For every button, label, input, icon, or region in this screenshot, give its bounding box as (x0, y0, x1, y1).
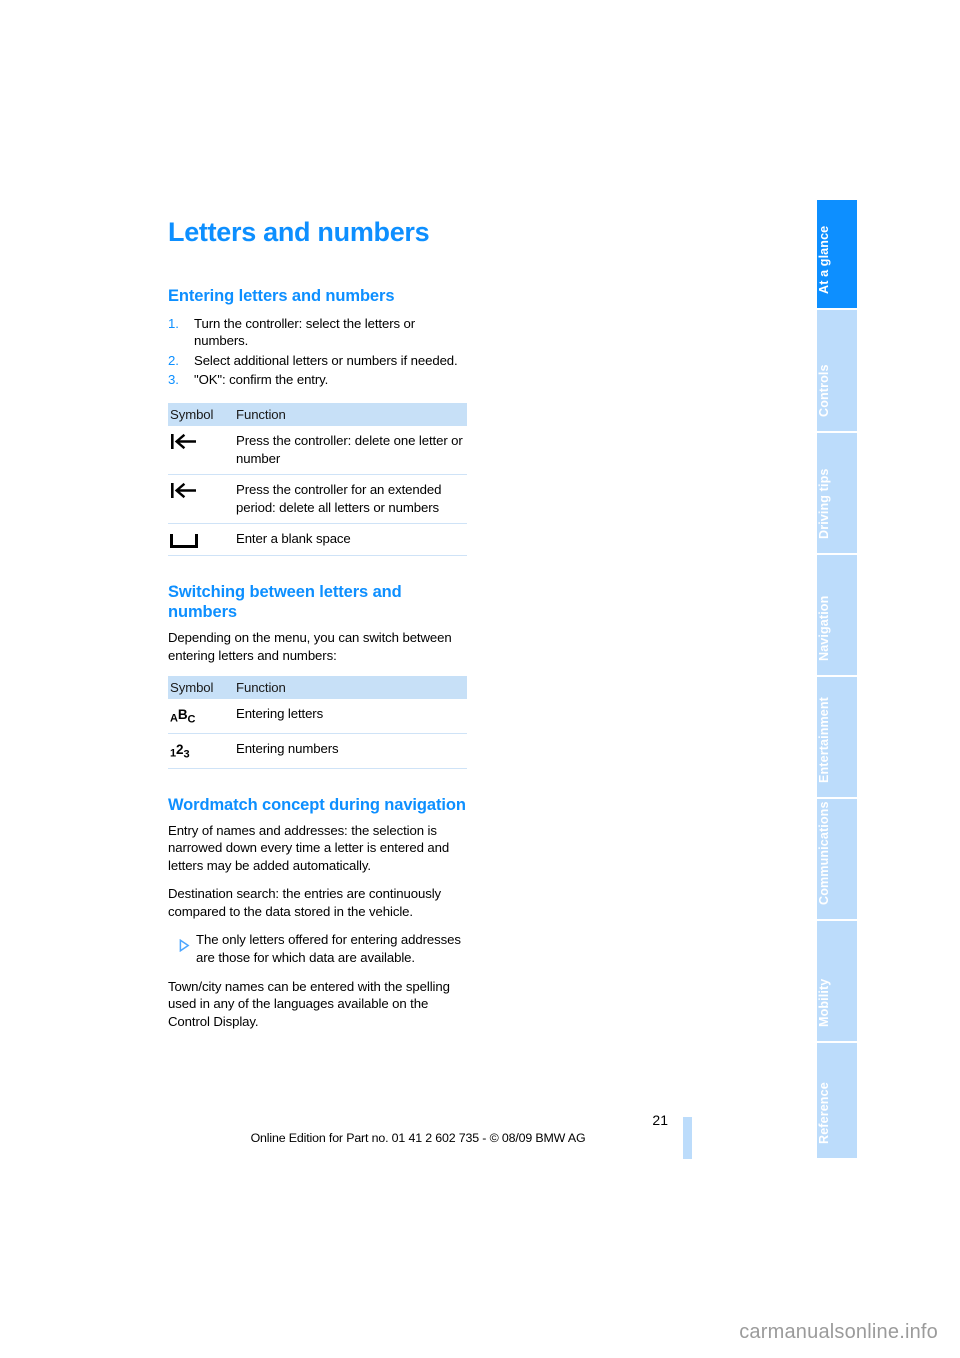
list-item: 1. Turn the controller: select the lette… (168, 315, 468, 350)
wordmatch-paragraph-3: Town/city names can be entered with the … (168, 978, 450, 1029)
section-heading-entering: Entering letters and numbers (168, 286, 395, 305)
step-number: 2. (168, 352, 179, 368)
list-item: 2. Select additional letters or numbers … (168, 352, 468, 370)
column-header-function: Function (230, 403, 467, 426)
step-text: Turn the controller: select the letters … (194, 315, 416, 349)
site-watermark: carmanualsonline.info (739, 1321, 938, 1343)
tab-entertainment[interactable]: Entertainment (817, 677, 857, 799)
page-title: Letters and numbers (168, 217, 430, 247)
tab-label: Entertainment (817, 697, 831, 783)
tab-label: At a glance (817, 225, 831, 294)
section-heading-switching: Switching between letters and numbers (168, 583, 402, 622)
entering-steps-list: 1. Turn the controller: select the lette… (168, 315, 468, 389)
table-row: Enter a blank space (168, 523, 467, 557)
page-footer: 21 Online Edition for Part no. 01 41 2 6… (168, 1112, 668, 1145)
page-number: 21 (652, 1112, 668, 1128)
table-row: Press the controller for an extended per… (168, 474, 467, 525)
wordmatch-paragraph-1: Entry of names and addresses: the select… (168, 822, 450, 873)
function-cell: Entering letters (230, 698, 467, 734)
symbol-cell: ABC (168, 698, 230, 734)
page-content: Letters and numbers Entering letters and… (168, 217, 468, 1041)
tab-label: Driving tips (817, 468, 831, 539)
tab-label: Navigation (817, 595, 831, 661)
manual-page: Letters and numbers Entering letters and… (0, 0, 960, 1358)
tab-mobility[interactable]: Mobility (817, 921, 857, 1043)
backspace-icon (170, 433, 200, 450)
wordmatch-bullet-list: The only letters offered for entering ad… (168, 931, 468, 966)
123-icon: 123 (170, 742, 190, 761)
tab-reference[interactable]: Reference (817, 1043, 857, 1158)
tab-controls[interactable]: Controls (817, 310, 857, 433)
table-header-row: Symbol Function (168, 675, 467, 699)
symbol-cell: 123 (168, 733, 230, 769)
step-text: "OK": confirm the entry. (194, 372, 329, 388)
chapter-tab-strip: At a glance Controls Driving tips Naviga… (817, 200, 857, 1158)
tab-label: Mobility (817, 978, 831, 1027)
function-cell: Press the controller for an extended per… (230, 474, 467, 525)
function-cell: Enter a blank space (230, 523, 467, 557)
tab-navigation[interactable]: Navigation (817, 555, 857, 677)
abc-char-2: B (177, 706, 188, 722)
step-text: Select additional letters or numbers if … (194, 352, 458, 368)
list-item: 3. "OK": confirm the entry. (168, 371, 468, 389)
step-number: 3. (168, 372, 179, 388)
space-bar-icon (170, 534, 198, 549)
symbol-cell (168, 426, 230, 476)
abc-icon: ABC (170, 706, 196, 726)
table-header-row: Symbol Function (168, 403, 467, 426)
tab-driving-tips[interactable]: Driving tips (817, 433, 857, 555)
backspace-icon (170, 482, 200, 499)
symbol-function-table-2: Symbol Function ABC Entering letters 123… (168, 675, 467, 769)
table-row: Press the controller: delete one letter … (168, 426, 467, 476)
symbol-cell (168, 474, 230, 525)
tab-at-a-glance[interactable]: At a glance (817, 200, 857, 310)
table-row: ABC Entering letters (168, 698, 467, 734)
symbol-cell (168, 523, 230, 557)
column-header-symbol: Symbol (168, 403, 230, 426)
abc-char-3: C (187, 713, 196, 726)
symbol-function-table-1: Symbol Function Press the controller: de… (168, 403, 467, 557)
bullet-text: The only letters offered for entering ad… (196, 932, 461, 966)
switching-intro-text: Depending on the menu, you can switch be… (168, 630, 452, 663)
column-header-function: Function (230, 675, 467, 699)
table-row: 123 Entering numbers (168, 733, 467, 769)
tab-label: Communications (817, 801, 831, 905)
section-heading-wordmatch: Wordmatch concept during navigation (168, 795, 466, 814)
tab-label: Reference (817, 1082, 831, 1144)
wordmatch-paragraph-2: Destination search: the entries are cont… (168, 886, 442, 919)
column-header-symbol: Symbol (168, 675, 230, 699)
triangle-bullet-icon (170, 933, 190, 953)
list-item: The only letters offered for entering ad… (168, 931, 468, 966)
function-cell: Press the controller: delete one letter … (230, 426, 467, 476)
footer-edition-line: Online Edition for Part no. 01 41 2 602 … (250, 1131, 586, 1145)
function-cell: Entering numbers (230, 733, 467, 769)
tab-label: Controls (817, 364, 831, 417)
footer-marker-bar (683, 1117, 692, 1159)
abc-char-1: A (170, 712, 178, 725)
tab-communications[interactable]: Communications (817, 799, 857, 921)
num-char-3: 3 (183, 748, 190, 761)
step-number: 1. (168, 315, 179, 331)
